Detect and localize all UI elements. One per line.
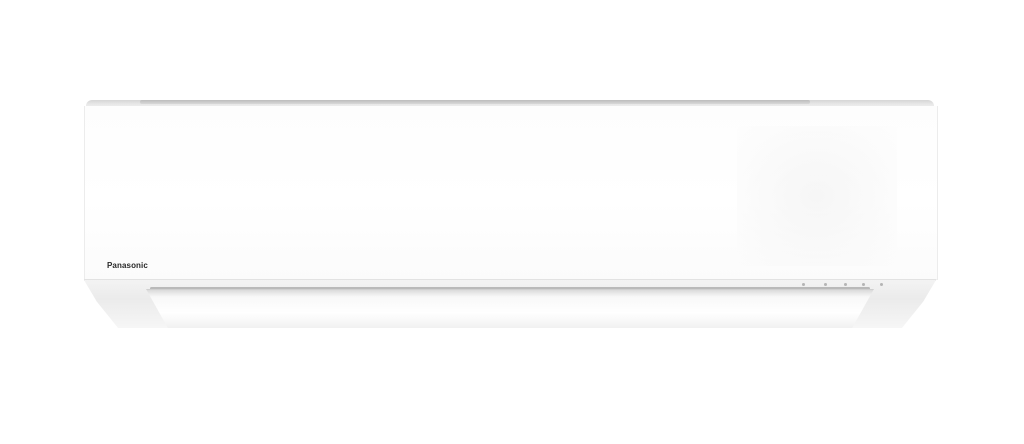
indicator-lamps	[790, 281, 930, 289]
indicator-lamp-icon	[844, 283, 847, 286]
indicator-lamp-icon	[862, 283, 865, 286]
air-louver-flap	[146, 289, 874, 328]
wifi-indicator-icon	[880, 283, 883, 286]
air-intake-grille	[140, 100, 810, 104]
indicator-lamp-icon	[824, 283, 827, 286]
brand-logo: Panasonic	[107, 261, 148, 270]
indicator-lamp-icon	[802, 283, 805, 286]
air-conditioner-front-panel	[84, 106, 938, 280]
panel-reflection	[737, 126, 897, 266]
product-photo: Panasonic	[0, 0, 1024, 444]
